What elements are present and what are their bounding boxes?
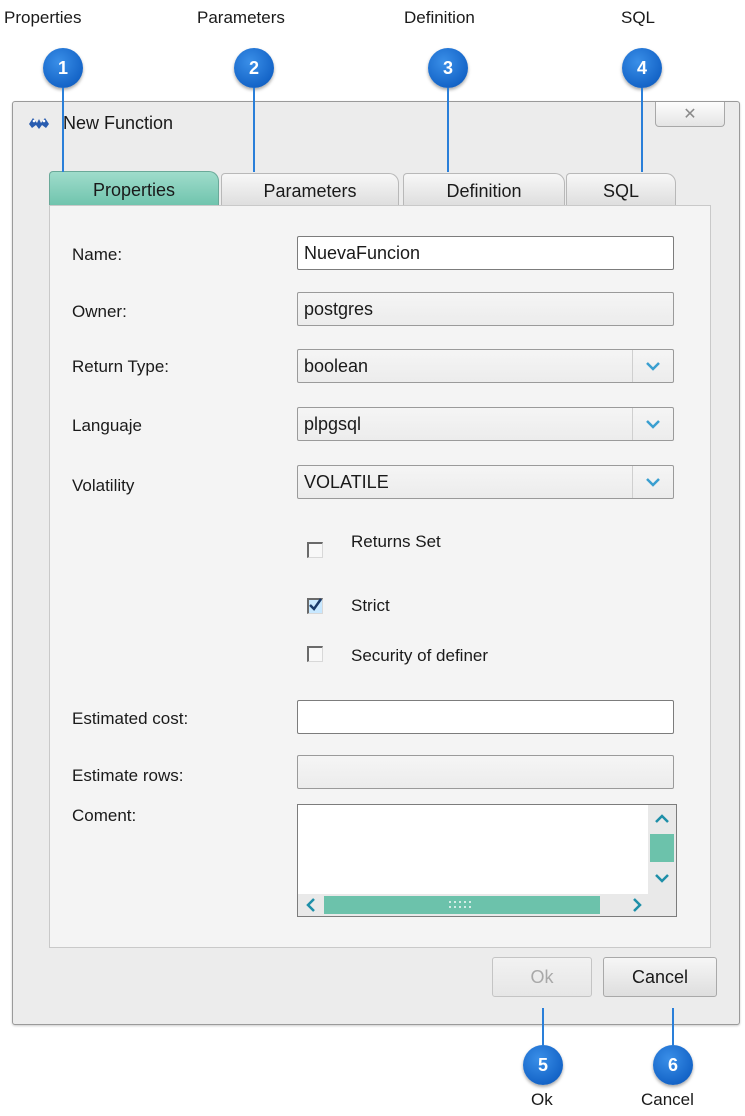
tab-sql[interactable]: SQL (566, 173, 676, 208)
chevron-down-icon[interactable] (632, 466, 673, 498)
language-label: Languaje (72, 416, 142, 435)
return-type-value: boolean (304, 356, 369, 376)
callout-badge-5: 5 (523, 1045, 563, 1085)
estimate-rows-label: Estimate rows: (72, 766, 184, 785)
estimated-cost-input[interactable] (297, 700, 674, 734)
callout-label-cancel: Cancel (641, 1090, 694, 1109)
callout-leader-6 (672, 1008, 674, 1046)
strict-label: Strict (351, 596, 390, 615)
estimate-rows-input[interactable] (297, 755, 674, 789)
scrollbar-thumb[interactable] (650, 834, 674, 862)
callout-badge-1: 1 (43, 48, 83, 88)
callout-label-definition: Definition (404, 8, 475, 27)
tab-label: SQL (602, 180, 640, 201)
dialog-title: New Function (63, 113, 174, 133)
estimated-cost-label: Estimated cost: (72, 709, 189, 728)
volatility-value: VOLATILE (304, 472, 389, 492)
callout-label-ok: Ok (531, 1090, 553, 1109)
returns-set-checkbox[interactable] (307, 542, 323, 558)
callout-leader-4 (641, 88, 643, 172)
return-type-label: Return Type: (72, 357, 170, 376)
name-input[interactable] (297, 236, 674, 270)
security-definer-checkbox[interactable] (307, 646, 323, 662)
callout-badge-3: 3 (428, 48, 468, 88)
volatility-label: Volatility (72, 476, 135, 495)
tab-label: Parameters (263, 180, 357, 201)
volatility-select[interactable]: VOLATILE (297, 465, 674, 499)
name-label: Name: (72, 245, 123, 264)
scroll-down-icon[interactable] (648, 867, 676, 889)
callout-leader-1 (62, 88, 64, 172)
strict-checkbox[interactable] (307, 598, 323, 614)
callout-label-parameters: Parameters (197, 8, 285, 27)
scrollbar-thumb[interactable] (324, 896, 600, 914)
chevron-down-icon[interactable] (632, 350, 673, 382)
grip-icon (449, 901, 471, 908)
tab-label: Definition (446, 180, 522, 201)
close-icon: ✕ (683, 106, 697, 123)
pgadmin-elephant-icon (29, 118, 49, 129)
callout-leader-2 (253, 88, 255, 172)
chevron-down-icon[interactable] (632, 408, 673, 440)
security-definer-label: Security of definer (351, 646, 489, 665)
callout-label-sql: SQL (621, 8, 656, 27)
language-select[interactable]: plpgsql (297, 407, 674, 441)
returns-set-label: Returns Set (351, 532, 441, 551)
return-type-select[interactable]: boolean (297, 349, 674, 383)
tab-properties[interactable]: Properties (49, 171, 219, 208)
vertical-scrollbar[interactable] (648, 805, 676, 916)
tab-parameters[interactable]: Parameters (221, 173, 399, 208)
callout-leader-5 (542, 1008, 544, 1046)
callout-label-properties: Properties (4, 8, 82, 27)
callout-badge-2: 2 (234, 48, 274, 88)
cancel-button[interactable]: Cancel (603, 957, 717, 997)
owner-input[interactable]: postgres (297, 292, 674, 326)
scroll-up-icon[interactable] (648, 805, 676, 831)
language-value: plpgsql (304, 414, 362, 434)
close-button[interactable]: ✕ (655, 102, 725, 127)
horizontal-scrollbar[interactable] (298, 894, 649, 916)
check-icon (309, 598, 323, 611)
callout-leader-3 (447, 88, 449, 172)
tab-label: Properties (92, 179, 176, 200)
callout-badge-4: 4 (622, 48, 662, 88)
scroll-right-icon[interactable] (625, 894, 649, 916)
tab-definition[interactable]: Definition (403, 173, 565, 208)
scroll-left-icon[interactable] (298, 894, 322, 916)
comment-label: Coment: (72, 806, 137, 825)
owner-label: Owner: (72, 302, 127, 321)
comment-textarea[interactable] (297, 804, 677, 917)
ok-button[interactable]: Ok (492, 957, 592, 997)
callout-badge-6: 6 (653, 1045, 693, 1085)
